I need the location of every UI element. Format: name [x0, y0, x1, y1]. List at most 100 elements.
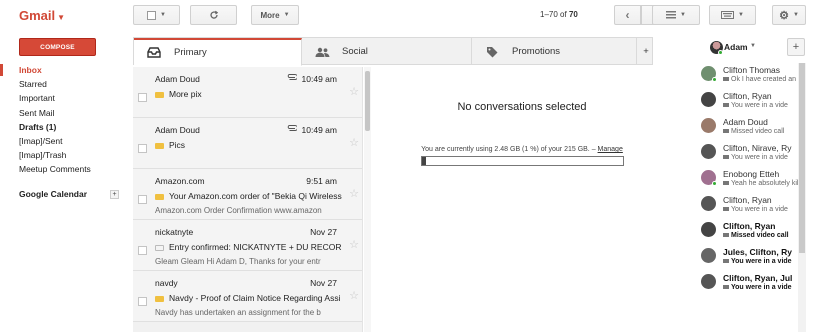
label-icon [155, 244, 164, 251]
nav-item-imap-trash[interactable]: [Imap]/Trash [0, 148, 130, 162]
row-subject: Navdy - Proof of Claim Notice Regarding … [155, 293, 351, 303]
row-subject-text: More pix [169, 89, 202, 99]
chat-contact[interactable]: Clifton Thomas Ok I have created an [696, 63, 806, 89]
row-checkbox[interactable] [138, 297, 147, 306]
avatar [701, 144, 716, 159]
caret-down-icon[interactable]: ▼ [750, 43, 756, 49]
input-tools-button[interactable]: ▼ [709, 5, 756, 25]
row-subject: Your Amazon.com order of "Bekia Qi Wirel… [155, 191, 351, 201]
row-checkbox[interactable] [138, 144, 147, 153]
list-icon [666, 11, 677, 19]
hangouts-user-name[interactable]: Adam [724, 42, 748, 52]
avatar [701, 92, 716, 107]
contact-name: Adam Doud [723, 117, 768, 127]
nav-item-meetup-comments[interactable]: Meetup Comments [0, 162, 130, 176]
settings-button[interactable]: ⚙ ▼ [772, 5, 806, 25]
star-icon[interactable]: ☆ [349, 187, 359, 200]
video-icon [723, 285, 729, 290]
count-total: 70 [568, 10, 578, 19]
caret-down-icon: ▼ [680, 12, 686, 18]
compose-button[interactable]: COMPOSE [19, 38, 96, 56]
scroll-thumb[interactable] [799, 63, 805, 253]
message-row[interactable]: Adam Doud 10:49 am Pics ☆ [133, 118, 362, 169]
chat-contact[interactable]: Clifton, Nirave, Ry You were in a vide [696, 141, 806, 167]
star-icon[interactable]: ☆ [349, 238, 359, 251]
chat-contact[interactable]: Enobong Etteh Yeah he absolutely kil [696, 167, 806, 193]
nav-item-drafts[interactable]: Drafts (1) [0, 120, 130, 134]
star-icon[interactable]: ☆ [349, 85, 359, 98]
row-checkbox[interactable] [138, 195, 147, 204]
caret-down-icon: ▼ [160, 12, 166, 18]
contact-status: Missed video call [723, 232, 789, 239]
video-icon [723, 181, 729, 186]
row-sender: Adam Doud [155, 74, 200, 84]
people-icon [312, 47, 332, 57]
caret-down-icon: ▼ [283, 12, 290, 18]
new-conversation-button[interactable]: + [787, 38, 805, 56]
message-list-scrollbar[interactable] [364, 67, 371, 332]
online-status-icon [718, 50, 723, 55]
add-tab-icon[interactable]: + [639, 38, 653, 65]
select-all-button[interactable]: ▼ [133, 5, 180, 25]
message-row[interactable]: nickatnyte Nov 27 Entry confirmed: NICKA… [133, 220, 362, 271]
tab-promotions[interactable]: Promotions [472, 38, 637, 65]
nav-item-starred[interactable]: Starred [0, 77, 130, 91]
newer-button[interactable]: ‹ [614, 5, 641, 25]
chat-contact[interactable]: Clifton, Ryan You were in a vide [696, 193, 806, 219]
scroll-thumb[interactable] [365, 71, 370, 131]
hangouts-contact-list: Clifton Thomas Ok I have created an Clifto… [696, 63, 810, 332]
contact-name: Clifton, Ryan [723, 91, 772, 101]
nav-item-inbox[interactable]: Inbox [0, 63, 130, 77]
star-icon[interactable]: ☆ [349, 289, 359, 302]
refresh-button[interactable] [190, 5, 237, 25]
google-calendar-link[interactable]: Google Calendar [19, 189, 87, 199]
avatar [701, 274, 716, 289]
caret-down-icon: ▼ [792, 12, 799, 18]
row-subject: Entry confirmed: NICKATNYTE + DU RECOR [155, 242, 351, 252]
star-icon[interactable]: ☆ [349, 136, 359, 149]
contact-status: You were in a vide [723, 154, 788, 161]
row-checkbox[interactable] [138, 246, 147, 255]
more-button[interactable]: More ▼ [251, 5, 299, 25]
contact-status-text: You were in a vide [731, 206, 788, 213]
attachment-icon [286, 73, 298, 83]
contact-status: You were in a vide [723, 102, 788, 109]
contact-status: Missed video call [723, 128, 784, 135]
tab-primary[interactable]: Primary [134, 38, 302, 66]
view-density-button[interactable]: ▼ [652, 5, 700, 25]
message-row[interactable]: navdy Nov 27 Navdy - Proof of Claim Noti… [133, 271, 362, 322]
chat-contact[interactable]: Clifton, Ryan You were in a vide [696, 89, 806, 115]
nav-item-important[interactable]: Important [0, 91, 130, 105]
chat-contact[interactable]: Clifton, Ryan Missed video call [696, 219, 806, 245]
row-subject-text: Navdy - Proof of Claim Notice Regarding … [169, 293, 341, 303]
chat-contact[interactable]: Clifton, Ryan, Jul You were in a vide [696, 271, 806, 297]
expand-icon[interactable]: + [110, 190, 119, 199]
chat-contact[interactable]: Adam Doud Missed video call [696, 115, 806, 141]
contact-status: You were in a vide [723, 284, 792, 291]
message-row[interactable]: Adam Doud 10:49 am More pix ☆ [133, 67, 362, 118]
nav-item-imap-sent[interactable]: [Imap]/Sent [0, 134, 130, 148]
chat-contact[interactable]: Jules, Clifton, Ry You were in a vide [696, 245, 806, 271]
contacts-scrollbar[interactable] [798, 63, 806, 332]
message-row[interactable]: Amazon.com 9:51 am Your Amazon.com order… [133, 169, 362, 220]
row-sender: nickatnyte [155, 227, 194, 237]
label-icon [155, 91, 164, 98]
avatar [701, 196, 716, 211]
row-time: 10:49 am [301, 74, 337, 84]
row-sender: Amazon.com [155, 176, 205, 186]
contact-status: You were in a vide [723, 206, 788, 213]
gmail-logo-menu[interactable]: Gmail ▼ [19, 8, 65, 23]
row-subject: More pix [155, 89, 351, 99]
manage-link[interactable]: Manage [598, 146, 623, 153]
tag-icon [482, 46, 502, 58]
row-checkbox[interactable] [138, 93, 147, 102]
label-icon [155, 142, 164, 149]
row-time: 10:49 am [301, 125, 337, 135]
tab-social[interactable]: Social [302, 38, 472, 65]
video-icon [723, 259, 729, 264]
video-icon [723, 155, 729, 160]
contact-name: Jules, Clifton, Ry [723, 247, 792, 257]
chevron-left-icon: ‹ [625, 8, 630, 22]
nav-item-sent[interactable]: Sent Mail [0, 106, 130, 120]
count-of: of [560, 10, 567, 19]
